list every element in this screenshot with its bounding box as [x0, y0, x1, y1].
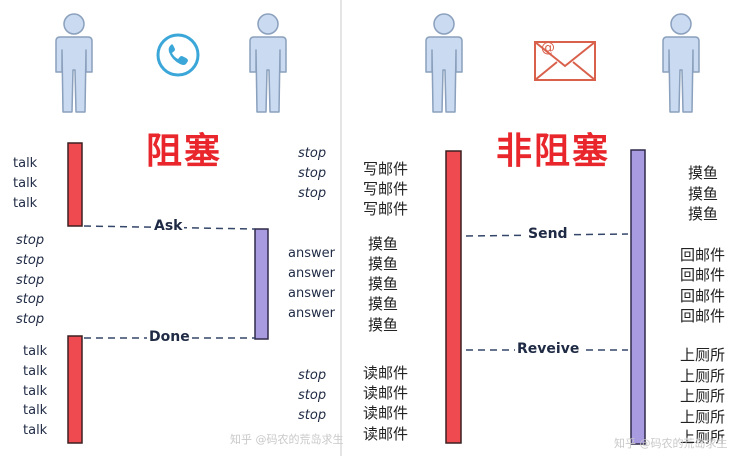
sender-slack-text: 摸鱼 [368, 255, 399, 273]
sender-slack-text: 摸鱼 [368, 295, 399, 313]
receiver-slack-text: 摸鱼 [688, 164, 719, 182]
sender-slack-text: 摸鱼 [368, 235, 399, 253]
receiver-slack-text: 摸鱼 [688, 205, 719, 223]
receiver-reply-text: 回邮件 [680, 246, 726, 264]
receiver-person-icon [662, 13, 700, 113]
receiver-toilet-text: 上厕所 [680, 346, 726, 364]
receiver-activation-bar [630, 149, 646, 445]
receiver-reply-text: 回邮件 [680, 266, 726, 284]
phone-icon [156, 33, 200, 77]
caller-talk-text: talk [23, 423, 48, 438]
receiver-reply-text: 回邮件 [680, 287, 726, 305]
callee-stop-text: stop [298, 146, 327, 161]
sender-activation-bar [445, 150, 462, 444]
sender-person-icon [425, 13, 463, 113]
caller-person-icon [55, 13, 93, 113]
receive-label: Reveive [515, 341, 582, 357]
caller-activation-bar-1 [67, 142, 83, 227]
receiver-reply-text: 回邮件 [680, 307, 726, 325]
sender-slack-text: 摸鱼 [368, 316, 399, 334]
caller-talk-text: talk [13, 156, 38, 171]
caller-stop-text: stop [16, 253, 45, 268]
sender-write-text: 写邮件 [363, 160, 409, 178]
caller-talk-text: talk [23, 403, 48, 418]
sender-write-text: 写邮件 [363, 180, 409, 198]
watermark: 知乎 @码农的荒岛求生 [614, 437, 728, 450]
send-label: Send [526, 226, 570, 242]
callee-stop-text: stop [298, 166, 327, 181]
callee-stop-text: stop [298, 368, 327, 383]
callee-person-icon [249, 13, 287, 113]
callee-stop-text: stop [298, 186, 327, 201]
callee-answer-text: answer [288, 246, 335, 261]
caller-talk-text: talk [23, 384, 48, 399]
caller-talk-text: talk [23, 364, 48, 379]
callee-activation-bar [254, 228, 269, 340]
receiver-toilet-text: 上厕所 [680, 408, 726, 426]
sender-read-text: 读邮件 [363, 404, 409, 422]
callee-answer-text: answer [288, 266, 335, 281]
caller-talk-text: talk [13, 196, 38, 211]
callee-stop-text: stop [298, 388, 327, 403]
sender-write-text: 写邮件 [363, 200, 409, 218]
callee-answer-text: answer [288, 286, 335, 301]
done-label: Done [147, 329, 192, 345]
receiver-slack-text: 摸鱼 [688, 185, 719, 203]
caller-talk-text: talk [13, 176, 38, 191]
callee-answer-text: answer [288, 306, 335, 321]
caller-stop-text: stop [16, 312, 45, 327]
caller-stop-text: stop [16, 292, 45, 307]
caller-activation-bar-2 [67, 335, 83, 444]
svg-text:@: @ [541, 40, 555, 56]
sender-read-text: 读邮件 [363, 384, 409, 402]
sender-read-text: 读邮件 [363, 425, 409, 443]
watermark: 知乎 @码农的荒岛求生 [230, 433, 344, 446]
blocking-title: 阻塞 [146, 130, 223, 172]
callee-stop-text: stop [298, 408, 327, 423]
caller-stop-text: stop [16, 273, 45, 288]
sender-slack-text: 摸鱼 [368, 275, 399, 293]
caller-talk-text: talk [23, 344, 48, 359]
mail-icon: @ [534, 40, 596, 81]
non-blocking-title: 非阻塞 [496, 130, 611, 172]
caller-stop-text: stop [16, 233, 45, 248]
ask-label: Ask [152, 218, 185, 234]
sender-read-text: 读邮件 [363, 364, 409, 382]
receiver-toilet-text: 上厕所 [680, 367, 726, 385]
receiver-toilet-text: 上厕所 [680, 387, 726, 405]
